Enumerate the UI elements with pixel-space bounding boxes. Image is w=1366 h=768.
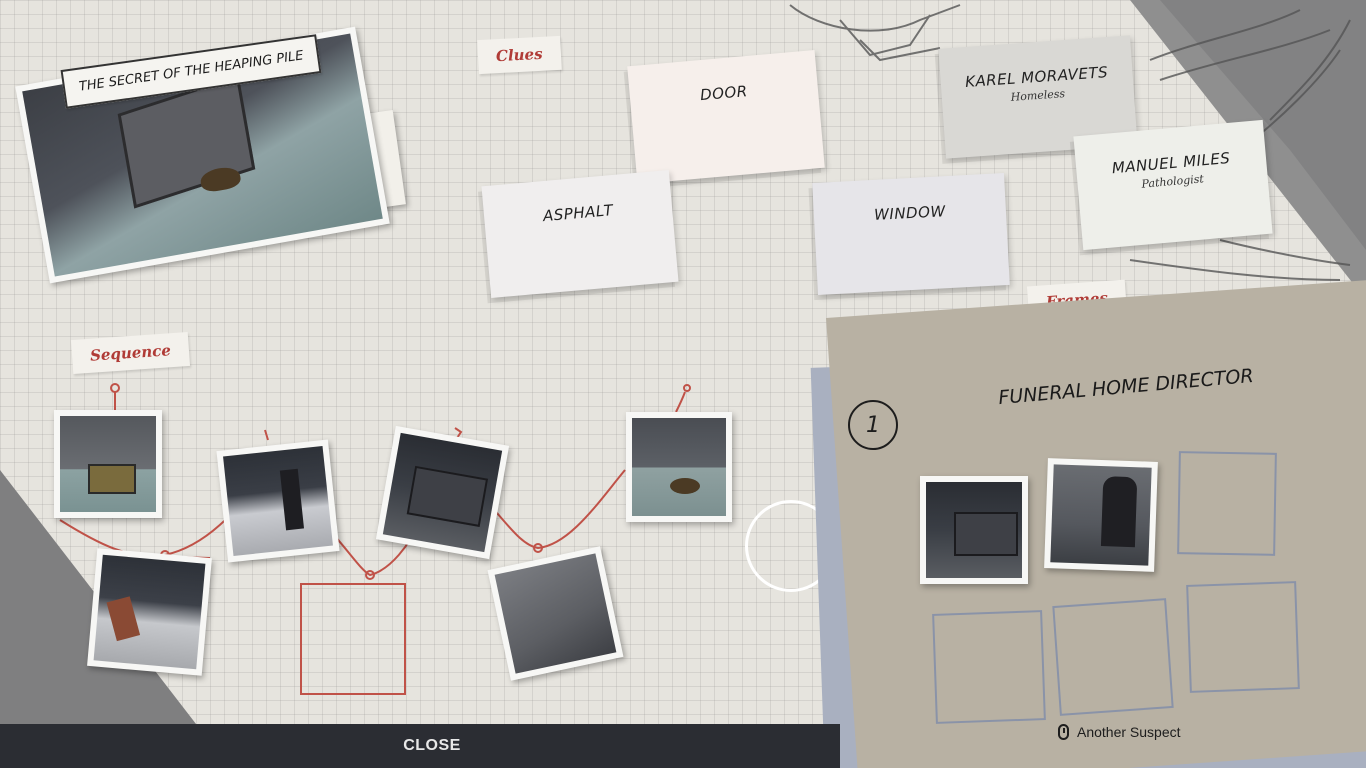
frame-slot-2-filled[interactable] xyxy=(1044,458,1158,572)
clue-card-manuel-miles[interactable]: MANUEL MILES Pathologist xyxy=(1073,119,1273,251)
clue-title: ASPHALT xyxy=(542,201,615,226)
clue-title: KAREL MORAVETS xyxy=(964,63,1109,92)
sequence-empty-slot[interactable] xyxy=(300,583,406,695)
frame-slot-6-empty[interactable] xyxy=(1186,581,1300,693)
case-board: THE SECRET OF THE HEAPING PILE Clues Seq… xyxy=(0,0,1366,768)
frames-number: 1 xyxy=(866,412,880,438)
another-suspect-hint[interactable]: Another Suspect xyxy=(1058,724,1181,740)
clue-title: WINDOW xyxy=(873,202,947,224)
frame-slot-3-empty[interactable] xyxy=(1177,451,1277,556)
sequence-label: Sequence xyxy=(89,341,172,365)
sequence-photo-3[interactable] xyxy=(375,425,510,560)
mouse-icon xyxy=(1058,724,1069,740)
clues-tag: Clues xyxy=(477,35,562,75)
clue-card-asphalt[interactable]: ASPHALT xyxy=(481,170,679,298)
sequence-photo-4[interactable] xyxy=(626,412,732,522)
clue-title: DOOR xyxy=(699,82,749,105)
close-label: CLOSE xyxy=(403,737,461,754)
frames-number-circle: 1 xyxy=(848,400,898,450)
clue-title: MANUEL MILES xyxy=(1111,148,1232,178)
clues-label: Clues xyxy=(495,44,543,66)
sequence-photo-1[interactable] xyxy=(54,410,162,518)
clue-subtitle: Pathologist xyxy=(1141,172,1205,191)
sequence-photo-2[interactable] xyxy=(216,439,340,563)
another-suspect-label: Another Suspect xyxy=(1077,724,1181,740)
sequence-tag: Sequence xyxy=(70,331,190,375)
clue-card-window[interactable]: WINDOW xyxy=(812,173,1010,295)
clue-card-door[interactable]: DOOR xyxy=(627,50,825,184)
frame-slot-4-empty[interactable] xyxy=(932,610,1046,724)
clue-subtitle: Homeless xyxy=(1010,87,1066,104)
close-button[interactable]: CLOSE xyxy=(0,724,840,768)
sequence-photo-5[interactable] xyxy=(87,548,212,676)
frame-slot-5-empty[interactable] xyxy=(1052,598,1174,716)
sequence-photo-6[interactable] xyxy=(487,546,624,681)
frame-slot-1-filled[interactable] xyxy=(920,476,1028,584)
